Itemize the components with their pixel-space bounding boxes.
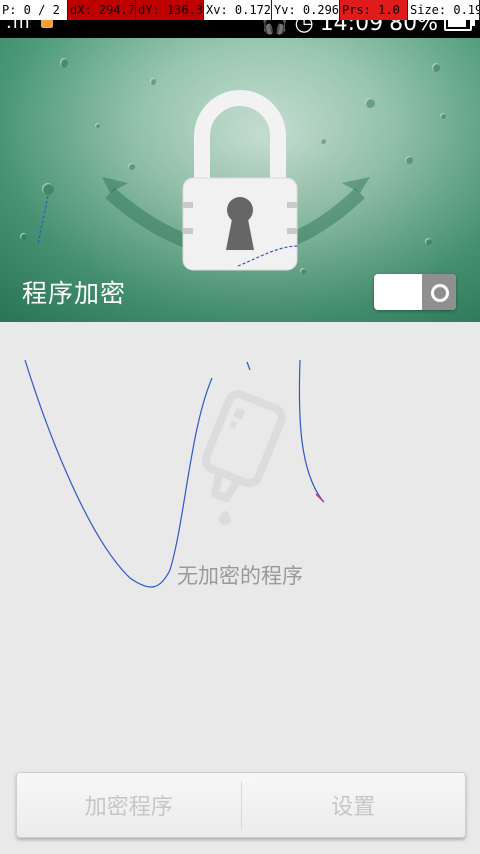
header-banner: 程序加密 bbox=[0, 38, 480, 322]
encrypt-apps-button[interactable]: 加密程序 bbox=[17, 773, 241, 837]
encryption-toggle[interactable] bbox=[374, 274, 456, 310]
empty-app-icon bbox=[201, 390, 286, 526]
toggle-knob[interactable] bbox=[422, 274, 456, 310]
lock-icon bbox=[102, 90, 370, 271]
settings-button[interactable]: 设置 bbox=[242, 773, 466, 837]
empty-state-message: 无加密的程序 bbox=[177, 564, 303, 588]
debug-dx: dX: 294.7 bbox=[68, 0, 136, 20]
debug-pressure: Prs: 1.0 bbox=[340, 0, 408, 20]
debug-pointer-count: P: 0 / 2 bbox=[0, 0, 68, 20]
page-title: 程序加密 bbox=[22, 279, 127, 308]
debug-size: Size: 0.19 bbox=[408, 0, 480, 20]
debug-xv: Xv: 0.172 bbox=[204, 0, 272, 20]
bottom-button-bar: 加密程序 设置 bbox=[16, 772, 466, 838]
status-bar: .ıll 🎧 ◷ 14:09 80% bbox=[0, 11, 480, 38]
pointer-debug-overlay: P: 0 / 2 dX: 294.7 dY: 136.3 Xv: 0.172 Y… bbox=[0, 0, 480, 20]
debug-yv: Yv: 0.296 bbox=[272, 0, 340, 20]
debug-dy: dY: 136.3 bbox=[136, 0, 204, 20]
